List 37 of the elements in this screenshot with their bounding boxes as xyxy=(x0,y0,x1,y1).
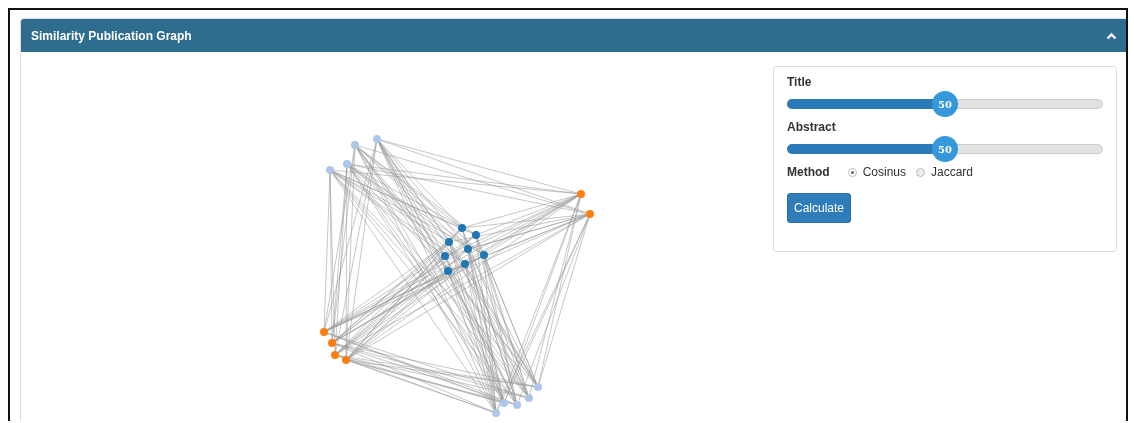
graph-node xyxy=(343,160,351,168)
graph-node xyxy=(441,252,449,260)
panel-title: Similarity Publication Graph xyxy=(31,28,192,43)
calculate-button[interactable]: Calculate xyxy=(787,193,852,223)
slider-thumb[interactable]: 50 xyxy=(932,91,958,117)
method-label: Method xyxy=(787,165,830,179)
graph-node xyxy=(464,245,472,253)
collapse-chevron-icon[interactable] xyxy=(1106,31,1117,40)
graph-node xyxy=(326,166,334,174)
slider[interactable]: 50 xyxy=(787,136,1103,162)
graph-node xyxy=(351,141,359,149)
graph-node xyxy=(328,339,336,347)
radio-button[interactable] xyxy=(916,167,925,177)
slider-thumb[interactable]: 50 xyxy=(932,136,958,162)
graph-node xyxy=(445,238,453,246)
graph-node xyxy=(331,351,339,359)
radio-button[interactable] xyxy=(847,167,857,177)
graph-node xyxy=(458,224,466,232)
graph-node xyxy=(472,231,480,239)
slider-label: Title xyxy=(787,75,813,89)
graph-node xyxy=(461,260,469,268)
graph-node xyxy=(586,210,594,218)
graph-node xyxy=(500,399,508,407)
graph-node xyxy=(534,383,542,391)
slider-label: Abstract xyxy=(787,120,837,134)
graph-node xyxy=(513,401,521,409)
radio-label[interactable]: Jaccard xyxy=(931,165,974,179)
graph-node xyxy=(525,394,533,402)
graph-node xyxy=(480,251,488,259)
graph-node xyxy=(373,135,381,143)
graph-node xyxy=(320,328,328,336)
slider[interactable]: 50 xyxy=(787,91,1103,117)
radio-label[interactable]: Cosinus xyxy=(862,165,906,179)
graph-node xyxy=(577,190,585,198)
graph-node xyxy=(444,267,452,275)
graph-node xyxy=(342,356,350,364)
graph-node xyxy=(492,409,500,417)
